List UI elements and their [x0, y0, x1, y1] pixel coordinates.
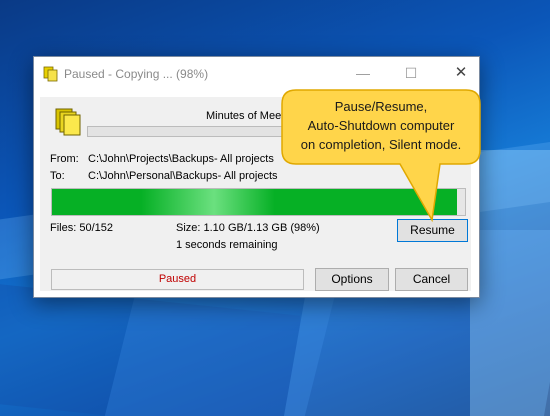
- size-progress: Size: 1.10 GB/1.13 GB (98%): [176, 222, 320, 234]
- callout-line: Auto-Shutdown computer: [307, 118, 455, 133]
- minimize-button[interactable]: —: [348, 63, 378, 83]
- copy-progress-window: Paused - Copying ... (98%) — ☐ ✕ Minutes…: [33, 56, 480, 298]
- destination-path-row: To: C:\John\Personal\Backups- All project…: [50, 170, 278, 182]
- resume-button[interactable]: Resume: [397, 219, 468, 242]
- overall-progress-fill: [52, 189, 457, 215]
- cancel-button[interactable]: Cancel: [395, 268, 468, 291]
- source-path-row: From: C:\John\Projects\Backups- All proje…: [50, 153, 274, 165]
- overall-progress-bar: [51, 188, 466, 216]
- destination-label: To:: [50, 170, 65, 182]
- callout-line: Pause/Resume,: [334, 99, 428, 114]
- destination-path: C:\John\Personal\Backups- All projects: [88, 170, 278, 182]
- copy-documents-icon: [55, 108, 81, 136]
- files-count: Files: 50/152: [50, 222, 113, 234]
- callout-text: Pause/Resume, Auto-Shutdown computer on …: [283, 97, 479, 154]
- source-path: C:\John\Projects\Backups- All projects: [88, 153, 274, 165]
- window-title: Paused - Copying ... (98%): [64, 67, 209, 81]
- time-remaining: 1 seconds remaining: [176, 239, 278, 251]
- maximize-button[interactable]: ☐: [396, 63, 426, 83]
- wallpaper-light-beam: [470, 150, 550, 416]
- title-bar[interactable]: Paused - Copying ... (98%) — ☐ ✕: [34, 57, 479, 89]
- source-label: From:: [50, 153, 79, 165]
- callout-line: on completion, Silent mode.: [300, 137, 462, 152]
- close-button[interactable]: ✕: [446, 63, 476, 83]
- options-button[interactable]: Options: [315, 268, 389, 291]
- status-badge: Paused: [51, 269, 304, 290]
- copy-documents-icon: [43, 66, 58, 82]
